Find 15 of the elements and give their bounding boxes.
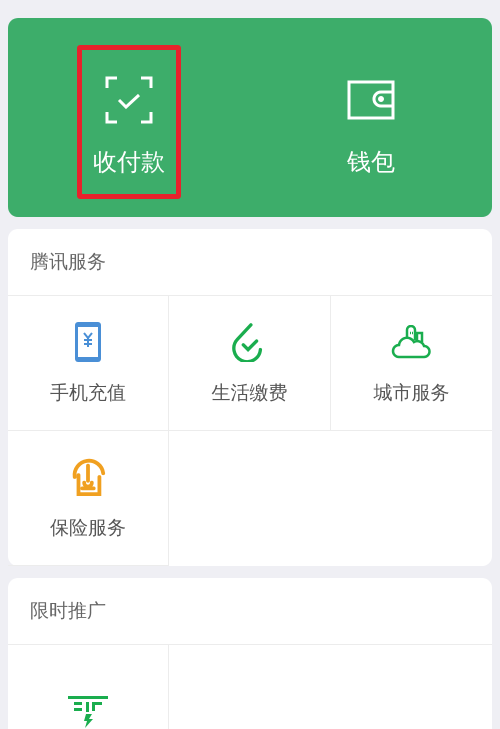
- service-item[interactable]: 生活缴费: [169, 296, 331, 431]
- service-item[interactable]: 城市服务: [330, 296, 492, 431]
- section-title: 限时推广: [8, 578, 492, 645]
- service-item[interactable]: 保险服务: [8, 431, 170, 566]
- cloud-building-icon: [391, 325, 432, 359]
- wallet-icon: [347, 80, 395, 120]
- section-title: 腾讯服务: [8, 229, 492, 296]
- service-label: 城市服务: [373, 382, 450, 406]
- bolt-icon: [68, 696, 108, 728]
- service-label: 手机充值: [50, 382, 126, 406]
- scan-check-icon: [105, 76, 153, 124]
- service-label: 生活缴费: [211, 382, 288, 406]
- phone-icon: [74, 321, 102, 363]
- service-label: 保险服务: [50, 517, 126, 541]
- service-item[interactable]: 手机充值: [8, 296, 170, 431]
